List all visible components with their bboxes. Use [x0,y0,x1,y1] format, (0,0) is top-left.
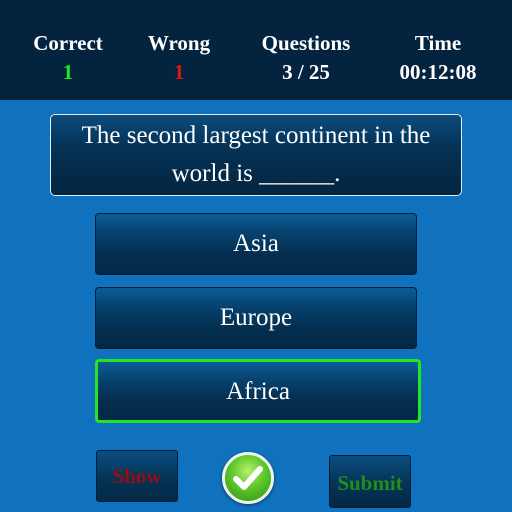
submit-button-label: Submit [337,471,403,495]
stat-questions: Questions 3 / 25 [250,30,362,88]
answer-option-europe[interactable]: Europe [95,287,417,349]
check-icon[interactable] [222,452,274,504]
answer-option-asia[interactable]: Asia [95,213,417,275]
stats-bar: Correct 1 Wrong 1 Questions 3 / 25 Time … [0,0,512,100]
submit-button[interactable]: Submit [329,455,411,508]
wrong-count: 1 [173,60,185,84]
time-label: Time [414,31,462,55]
stat-wrong: Wrong 1 [129,30,229,88]
show-button-label: Show [112,464,162,488]
question-text: The second largest continent in the worl… [81,122,431,187]
wrong-label: Wrong [147,31,211,55]
time-value: 00:12:08 [399,60,477,84]
answer-option-label: Europe [219,304,293,331]
correct-count: 1 [62,60,74,84]
questions-label: Questions [261,31,351,55]
stat-time: Time 00:12:08 [386,30,490,88]
answer-option-label: Africa [226,378,290,405]
stat-correct: Correct 1 [18,30,118,88]
check-mark-glyph [233,466,263,490]
correct-label: Correct [33,31,103,55]
question-box: The second largest continent in the worl… [50,114,462,196]
answer-option-label: Asia [233,230,279,257]
questions-progress: 3 / 25 [282,60,330,84]
answer-option-africa-selected[interactable]: Africa [95,359,421,423]
show-button[interactable]: Show [96,450,178,502]
